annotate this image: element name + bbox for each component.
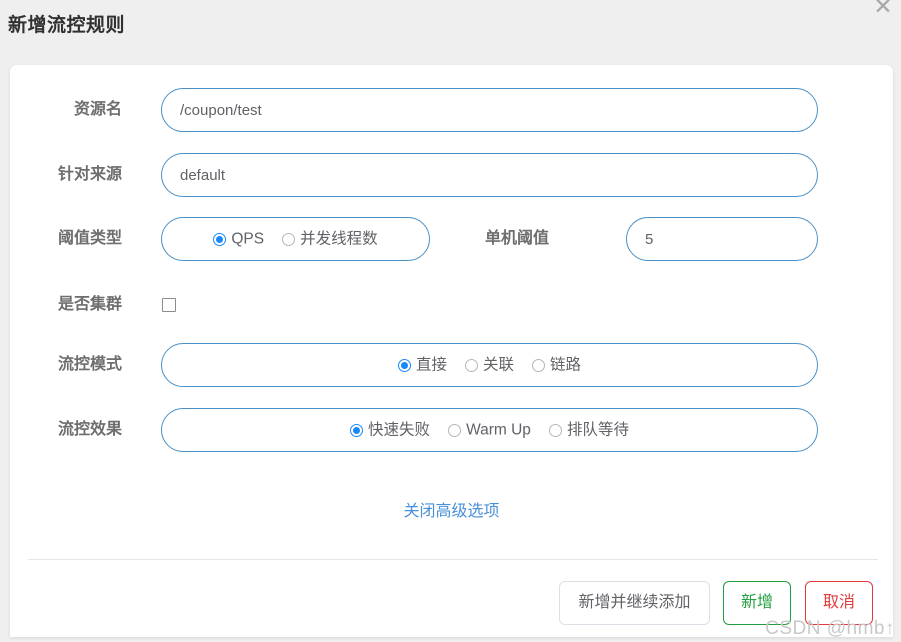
radio-threshold-threads[interactable]: 并发线程数 xyxy=(282,231,378,247)
radio-mark-icon xyxy=(548,423,562,437)
page-title: 新增流控规则 xyxy=(8,15,126,36)
radio-flow-effect-fast-fail[interactable]: 快速失败 xyxy=(350,422,430,438)
label-origin: 针对来源 xyxy=(57,166,122,183)
watermark: CSDN @hmb↑ xyxy=(765,618,895,639)
radio-flow-effect-warm-up[interactable]: Warm Up xyxy=(448,422,531,438)
label-single-threshold: 单机阈值 xyxy=(484,230,549,247)
form-row-threshold-type: 阈值类型 QPS 并发线程数 单机阈值 xyxy=(10,217,893,261)
radio-mark-icon xyxy=(397,358,411,372)
label-threshold-type: 阈值类型 xyxy=(57,230,122,247)
close-icon[interactable]: ✕ xyxy=(869,0,897,21)
radio-flow-mode-chain[interactable]: 链路 xyxy=(532,357,581,373)
single-threshold-input[interactable] xyxy=(626,217,818,261)
radio-mark-icon xyxy=(350,423,364,437)
form-row-cluster: 是否集群 xyxy=(10,283,893,327)
new-flow-rule-dialog: 新增流控规则 ✕ 资源名 针对来源 阈值类型 QPS 并发线程数 xyxy=(0,0,901,642)
label-resource-name: 资源名 xyxy=(73,101,122,118)
form-row-resource-name: 资源名 xyxy=(10,88,893,132)
form-row-flow-effect: 流控效果 快速失败 Warm Up 排队等待 xyxy=(10,408,893,452)
radio-flow-mode-direct[interactable]: 直接 xyxy=(397,357,447,373)
label-flow-mode: 流控模式 xyxy=(57,356,122,373)
cluster-checkbox[interactable] xyxy=(162,298,176,312)
form-row-flow-mode: 流控模式 直接 关联 链路 xyxy=(10,343,893,387)
radio-flow-mode-associated[interactable]: 关联 xyxy=(464,357,514,373)
label-flow-effect: 流控效果 xyxy=(57,421,122,438)
flow-effect-radio-group[interactable]: 快速失败 Warm Up 排队等待 xyxy=(161,408,818,452)
form-row-origin: 针对来源 xyxy=(10,153,893,197)
radio-flow-effect-queue[interactable]: 排队等待 xyxy=(548,422,629,438)
radio-mark-icon xyxy=(448,423,462,437)
dialog-body-card: 资源名 针对来源 阈值类型 QPS 并发线程数 单机阈值 xyxy=(10,65,893,637)
origin-input[interactable] xyxy=(161,153,818,197)
resource-name-input[interactable] xyxy=(161,88,818,132)
flow-mode-radio-group[interactable]: 直接 关联 链路 xyxy=(161,343,818,387)
add-and-continue-button[interactable]: 新增并继续添加 xyxy=(559,581,710,625)
radio-mark-icon xyxy=(464,358,478,372)
radio-mark-icon xyxy=(282,232,296,246)
dialog-footer: 新增并继续添加 新增 取消 xyxy=(10,581,893,637)
dialog-header: 新增流控规则 ✕ xyxy=(0,0,901,58)
radio-mark-icon xyxy=(213,232,227,246)
footer-divider xyxy=(28,559,878,560)
label-cluster: 是否集群 xyxy=(57,296,122,313)
radio-threshold-qps[interactable]: QPS xyxy=(213,231,264,247)
toggle-advanced-options-link[interactable]: 关闭高级选项 xyxy=(10,497,893,521)
radio-mark-icon xyxy=(532,358,545,372)
threshold-type-radio-group[interactable]: QPS 并发线程数 xyxy=(161,217,430,261)
